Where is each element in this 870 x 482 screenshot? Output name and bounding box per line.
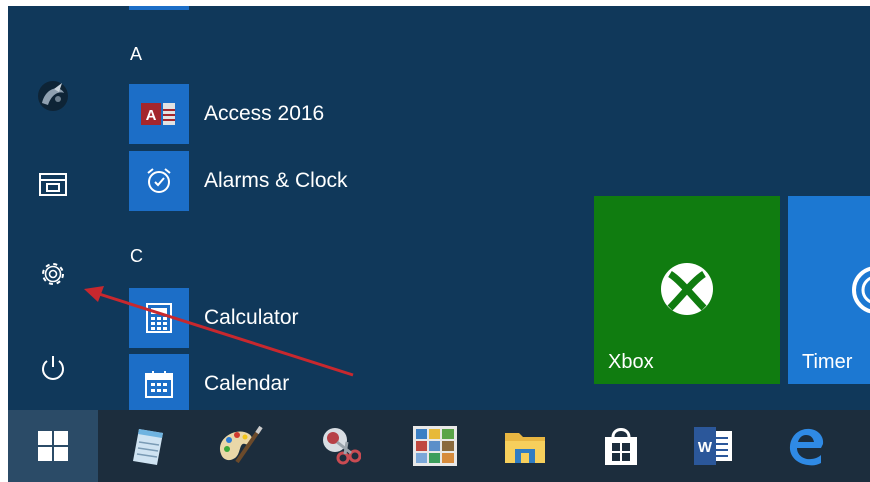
app-label-calendar: Calendar [204,372,290,395]
taskbar-file-explorer[interactable] [490,410,560,482]
settings-icon [42,263,64,285]
app-label-alarms-clock: Alarms & Clock [204,169,348,192]
tile-label-xbox: Xbox [608,351,654,373]
taskbar-snipping-tool[interactable] [304,410,374,482]
snipping-tool-icon [323,428,361,465]
app-label-access: Access 2016 [204,102,325,125]
taskbar-paint[interactable] [204,410,274,482]
photos-icon [413,426,457,466]
access-icon: A [141,103,175,125]
tile-label-timer: Timer [802,351,853,373]
start-button[interactable] [8,410,98,482]
app-item-calendar[interactable]: Calendar [129,354,289,414]
taskbar: W [8,410,870,482]
taskbar-photos[interactable] [400,410,470,482]
start-menu-rail [8,6,103,410]
app-item-calculator[interactable]: Calculator [129,288,299,348]
taskbar-edge[interactable] [772,410,842,482]
user-avatar-button[interactable] [20,70,86,122]
app-item-access[interactable]: A Access 2016 [129,84,324,144]
taskbar-store[interactable] [586,410,656,482]
notepad-icon [133,429,163,465]
file-explorer-icon [505,433,545,463]
word-icon: W [694,427,732,465]
app-label-calculator: Calculator [204,306,299,329]
settings-button[interactable] [20,248,86,300]
tile-xbox[interactable]: Xbox [594,196,780,384]
tile-timer[interactable]: Timer [788,196,870,384]
calculator-icon [146,303,172,333]
power-button[interactable] [20,342,86,394]
xbox-icon [661,263,713,315]
start-menu: A A Access 2016 Alarms & Clock C Calcula… [8,6,870,482]
app-list: A A Access 2016 Alarms & Clock C Calcula… [103,6,593,414]
timer-icon [852,266,870,314]
user-avatar-icon [38,81,68,111]
taskbar-notepad[interactable] [114,410,184,482]
file-explorer-rail-button[interactable] [20,158,86,210]
store-icon [605,428,637,465]
power-icon [42,356,64,380]
group-header-c[interactable]: C [130,246,143,267]
windows-start-icon [38,431,68,461]
taskbar-word[interactable]: W [678,410,748,482]
app-item-alarms-clock[interactable]: Alarms & Clock [129,151,348,211]
calendar-icon [145,371,173,398]
paint-icon [219,425,263,464]
edge-icon [789,428,824,466]
group-header-a[interactable]: A [130,44,142,65]
svg-text:A: A [146,107,157,124]
partial-app-tile [129,6,189,10]
svg-text:W: W [698,439,713,456]
alarm-clock-icon [147,168,171,193]
file-explorer-icon [39,173,67,196]
